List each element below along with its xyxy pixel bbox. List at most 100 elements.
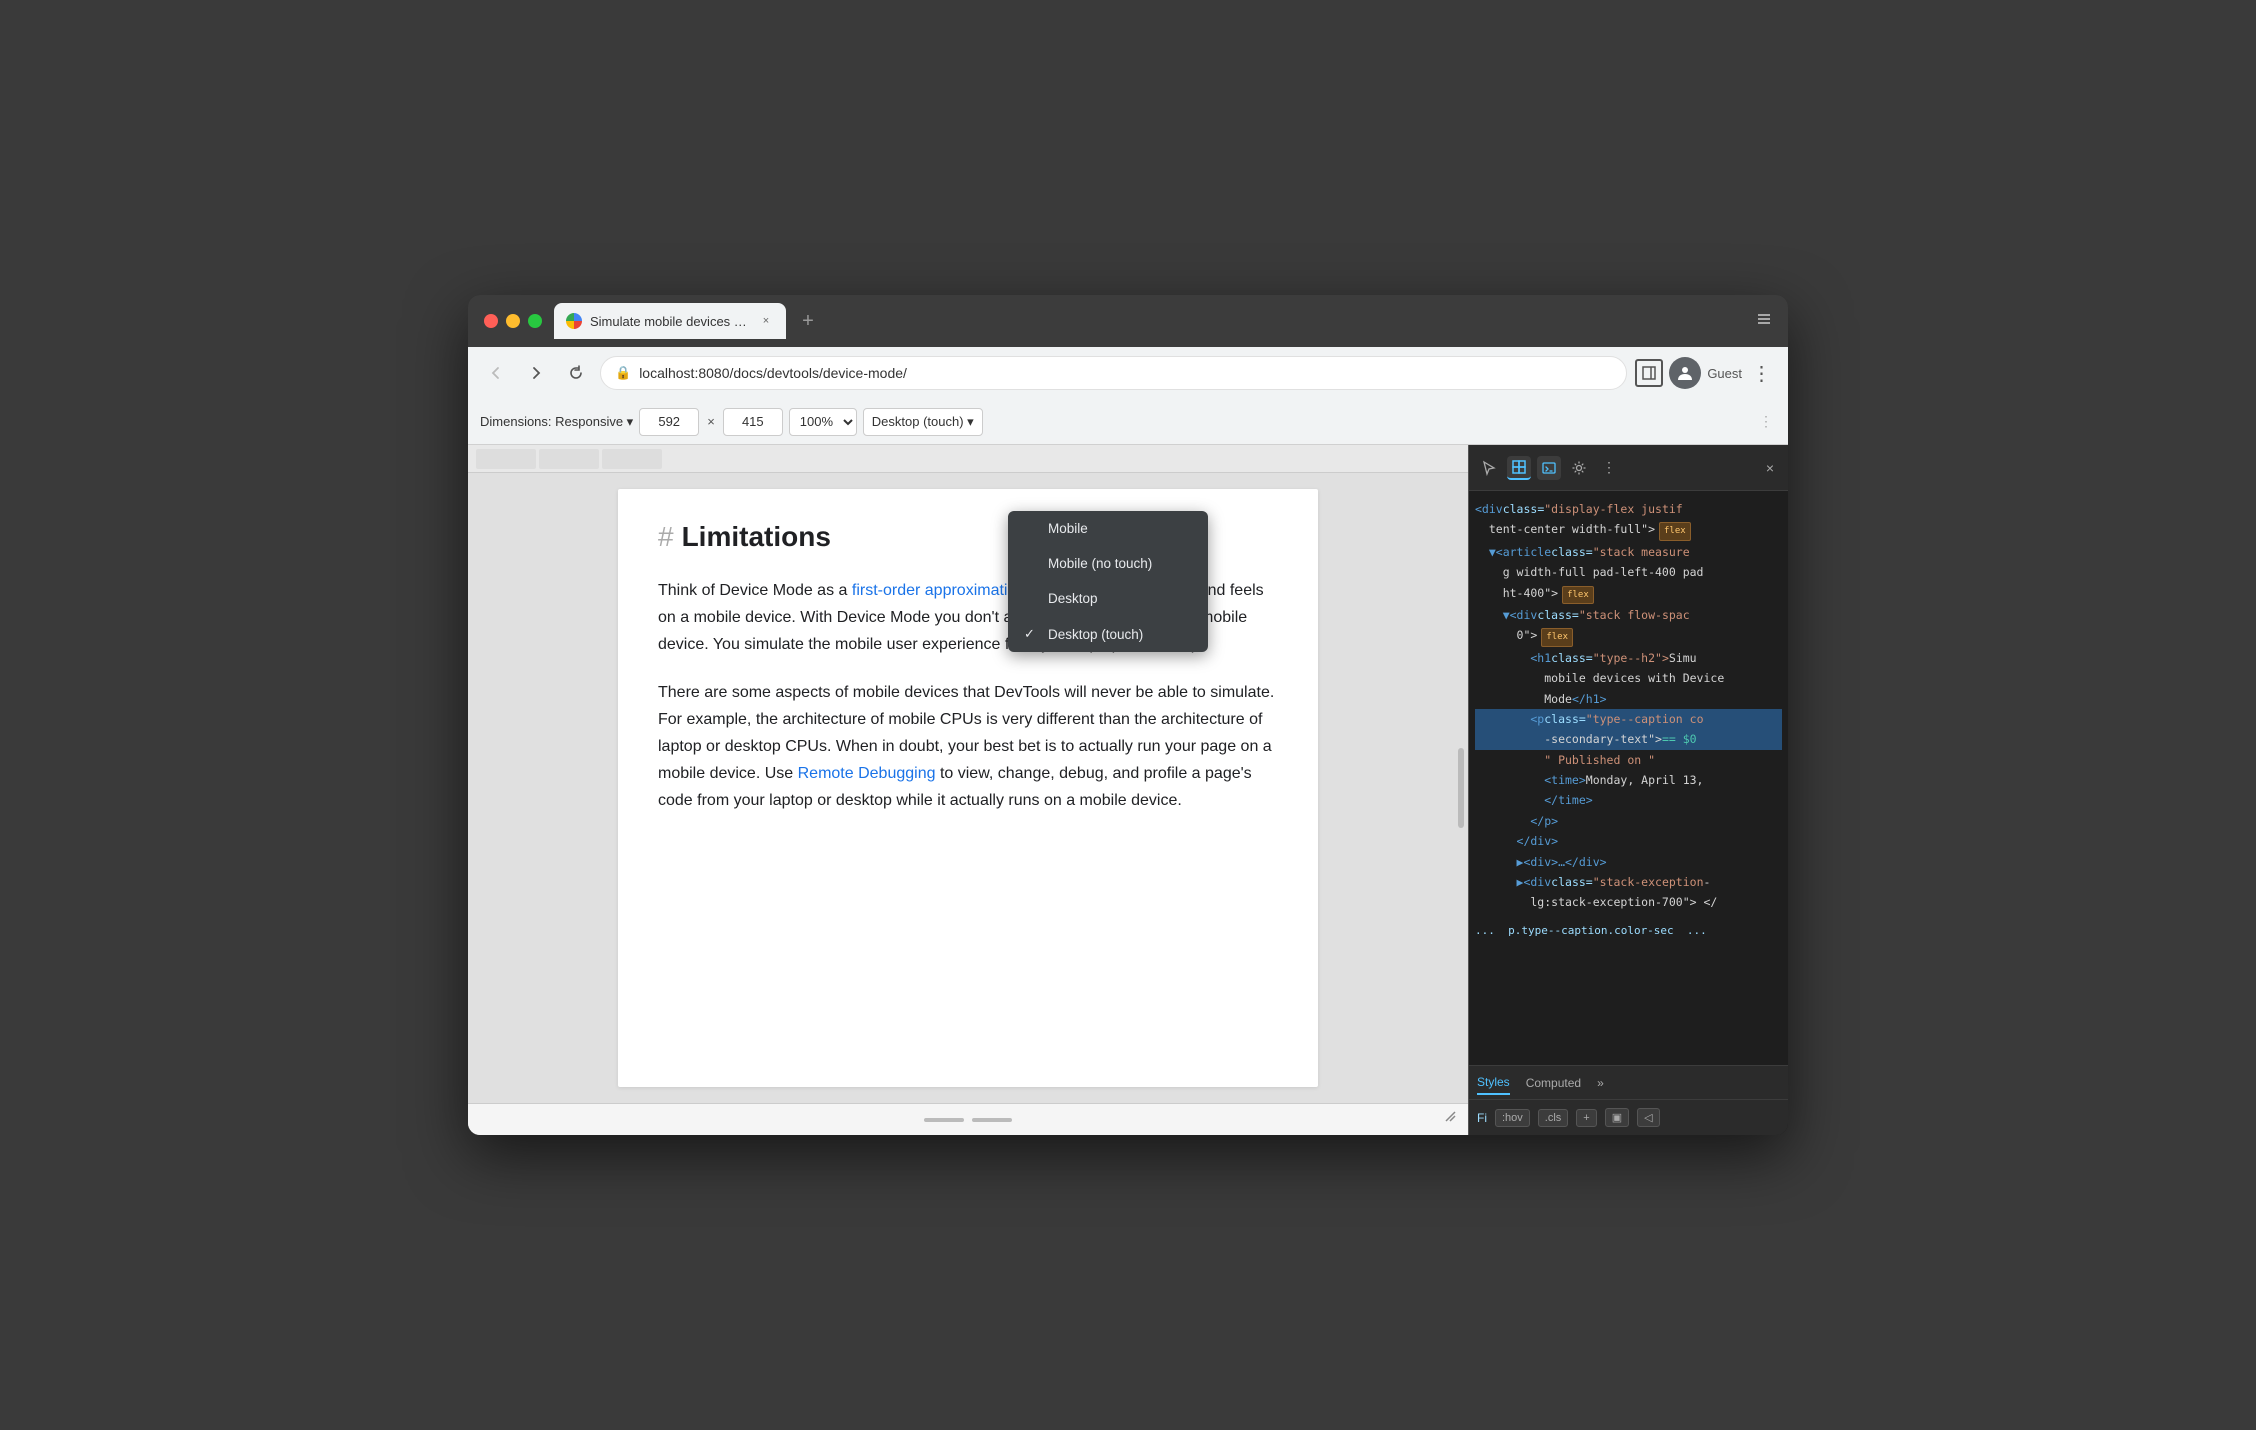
mobile-label: Mobile [1048,521,1088,536]
dimensions-label[interactable]: Dimensions: Responsive ▾ [480,414,633,430]
active-tab[interactable]: Simulate mobile devices with D × [554,303,786,339]
code-line: ▶<div class="stack-exception- [1475,872,1782,892]
code-line: ▶<div>…</div> [1475,852,1782,872]
more-tabs-button[interactable]: » [1597,1076,1604,1090]
code-line: Mode</h1> [1475,689,1782,709]
heading-text: Limitations [682,521,831,553]
code-line: </time> [1475,790,1782,810]
devtools-close-button[interactable]: × [1760,458,1780,478]
code-line: </p> [1475,811,1782,831]
more-button[interactable]: ⋮ [1748,359,1776,387]
cls-button[interactable]: .cls [1538,1109,1569,1127]
devtools-bar: Dimensions: Responsive ▾ × 100% Desktop … [468,399,1788,445]
devtools-more-tabs[interactable]: ⋮ [1597,456,1621,480]
address-bar[interactable]: 🔒 localhost:8080/docs/devtools/device-mo… [600,356,1627,390]
devtools-code-panel[interactable]: <div class="display-flex justif tent-cen… [1469,491,1788,1065]
new-tab-button[interactable]: + [794,307,822,335]
hov-button[interactable]: :hov [1495,1109,1530,1127]
first-order-link[interactable]: first-order approximation [852,582,1025,599]
mobile-check [1024,521,1040,536]
code-line: ▼<div class="stack flow-spac [1475,605,1782,625]
desktop-touch-check: ✓ [1024,626,1040,642]
computed-tab[interactable]: Computed [1526,1072,1581,1094]
reload-icon [568,365,584,381]
inspect-button[interactable]: ▣ [1605,1108,1629,1127]
resize-handle-icon[interactable] [1442,1108,1456,1127]
lock-icon: 🔒 [615,365,631,381]
browser-window: Simulate mobile devices with D × + [468,295,1788,1135]
nav-right: Guest ⋮ [1635,357,1776,389]
devtools-elements-tab[interactable] [1507,456,1531,480]
remote-debugging-link[interactable]: Remote Debugging [798,765,936,782]
mobile-no-touch-label: Mobile (no touch) [1048,556,1152,571]
flex-badge: flex [1562,586,1594,604]
tab-bar: Simulate mobile devices with D × + [554,303,1744,339]
code-line: tent-center width-full">flex [1475,519,1782,541]
dropdown-item-desktop[interactable]: Desktop [1008,581,1208,616]
devtools-settings-button[interactable] [1567,456,1591,480]
sidebar-icon [1642,366,1656,380]
flex-badge: flex [1541,628,1573,646]
code-line: <div class="display-flex justif [1475,499,1782,519]
devtools-more-buttons: ⋮ [1756,412,1776,432]
filter-input[interactable]: Fi [1477,1111,1487,1125]
drag-handle-2[interactable] [972,1118,1012,1122]
code-line: " Published on " [1475,750,1782,770]
code-line: ▼<article class="stack measure [1475,542,1782,562]
zoom-selector[interactable]: 100% [789,408,857,436]
devtools-cursor-icon[interactable] [1477,456,1501,480]
devtools-console-tab[interactable] [1537,456,1561,480]
mobile-no-touch-check [1024,556,1040,571]
window-controls-icon [1756,311,1772,327]
para1-before-link: Think of Device Mode as a [658,582,852,599]
profile-button[interactable] [1669,357,1701,389]
back-icon [488,365,504,381]
page-area: # Limitations Think of Device Mode as a … [468,445,1468,1135]
maximize-traffic-light[interactable] [528,314,542,328]
back-panel-button[interactable]: ◁ [1637,1108,1659,1127]
devtools-more-options[interactable]: ⋮ [1756,412,1776,432]
device-selector[interactable]: Desktop (touch) ▾ [863,408,983,436]
close-traffic-light[interactable] [484,314,498,328]
dimension-separator: × [707,414,715,429]
code-line: lg:stack-exception-700"> </ [1475,892,1782,912]
page-bottom-bar [468,1103,1468,1135]
device-dropdown-menu: Mobile Mobile (no touch) Desktop ✓ [1008,511,1208,652]
traffic-lights [484,314,542,328]
page-toolbar-strip [468,445,1468,473]
code-line: mobile devices with Device [1475,668,1782,688]
page-scrollbar[interactable] [1458,748,1464,828]
width-input[interactable] [639,408,699,436]
code-line: <h1 class="type--h2">Simu [1475,648,1782,668]
code-line-selected[interactable]: <p class="type--caption co [1475,709,1782,729]
back-button[interactable] [480,357,512,389]
styles-tab[interactable]: Styles [1477,1071,1510,1095]
sidebar-toggle-button[interactable] [1635,359,1663,387]
nav-bar: 🔒 localhost:8080/docs/devtools/device-mo… [468,347,1788,399]
desktop-label: Desktop [1048,591,1098,606]
code-selector-line: ... p.type--caption.color-sec ... [1475,921,1782,941]
code-line: g width-full pad-left-400 pad [1475,562,1782,582]
profile-icon [1676,364,1694,382]
forward-button[interactable] [520,357,552,389]
title-bar-right [1756,311,1772,332]
page-content: # Limitations Think of Device Mode as a … [618,489,1318,1087]
dropdown-item-desktop-touch[interactable]: ✓ Desktop (touch) [1008,616,1208,652]
code-line: 0">flex [1475,625,1782,647]
code-line-selected-2: -secondary-text"> == $0 [1475,729,1782,749]
tab-close-button[interactable]: × [758,313,774,329]
dropdown-item-mobile[interactable]: Mobile [1008,511,1208,546]
desktop-check [1024,591,1040,606]
add-rule-button[interactable]: + [1576,1109,1596,1127]
minimize-traffic-light[interactable] [506,314,520,328]
devtools-footer: Fi :hov .cls + ▣ ◁ [1469,1099,1788,1135]
drag-handle[interactable] [924,1118,964,1122]
paragraph-2: There are some aspects of mobile devices… [658,679,1278,815]
page-inner[interactable]: # Limitations Think of Device Mode as a … [468,473,1468,1103]
height-input[interactable] [723,408,783,436]
reload-button[interactable] [560,357,592,389]
devtools-panel: ⋮ × <div class="display-flex justif tent… [1468,445,1788,1135]
title-bar: Simulate mobile devices with D × + [468,295,1788,347]
heading-hash: # [658,521,674,553]
dropdown-item-mobile-no-touch[interactable]: Mobile (no touch) [1008,546,1208,581]
